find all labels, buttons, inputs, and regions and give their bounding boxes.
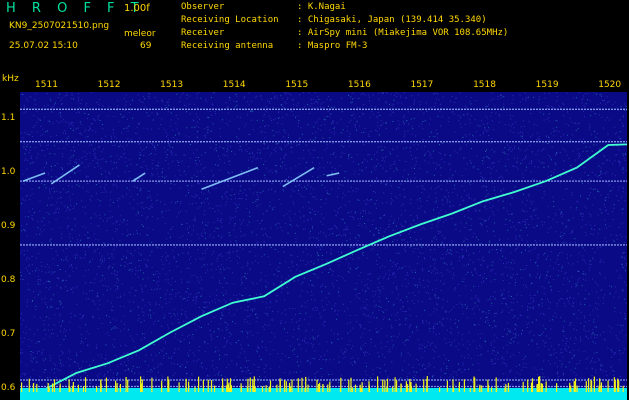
info-key: Observer [181, 2, 225, 12]
info-key: Receiving antenna [181, 41, 274, 51]
x-tick-label: 1520 [598, 80, 622, 90]
x-tick-label: 1512 [97, 80, 121, 90]
info-row-location: Receiving Location : Chigasaki, Japan (13… [181, 15, 487, 25]
y-tick-label: 0.7 [1, 329, 16, 340]
x-tick-label: 1516 [347, 80, 371, 90]
y-tick-label: 0.8 [1, 275, 16, 286]
info-key: Receiving Location [181, 15, 279, 25]
x-tick-label: 1517 [410, 80, 434, 90]
meteor-streak [132, 172, 146, 182]
datetime-label: 25.07.02 15:10 [9, 41, 78, 51]
info-key: Receiver [181, 28, 225, 38]
spectrogram-svg [20, 92, 627, 400]
meteor-streak [22, 172, 46, 182]
x-tick-label: 1518 [473, 80, 496, 90]
version-label: 1.00f [124, 3, 150, 14]
meteor-streak [201, 166, 259, 191]
filename-label: KN9_2507021510.png [9, 21, 110, 31]
y-axis-unit: kHz [2, 74, 19, 84]
info-value: : K.Nagai [297, 2, 346, 12]
y-tick-label: 1.1 [1, 113, 16, 124]
y-tick-label: 0.6 [1, 383, 16, 394]
info-value: : Maspro FM-3 [297, 41, 368, 51]
info-row-antenna: Receiving antenna : Maspro FM-3 [181, 41, 367, 51]
x-tick-label: 1519 [535, 80, 559, 90]
header-panel: H R O F F T 1.00f KN9_2507021510.png mel… [0, 0, 629, 74]
info-row-receiver: Receiver : AirSpy mini (Miakejima VOR 108… [181, 28, 508, 38]
y-tick-label: 0.9 [1, 221, 16, 232]
meteor-streak [282, 166, 315, 188]
y-tick-label: 1.0 [1, 167, 16, 178]
x-tick-label: 1511 [35, 80, 58, 90]
x-tick-label: 1514 [222, 80, 246, 90]
mode-tag: meleor [124, 29, 156, 39]
spectrogram-plot [20, 92, 627, 400]
info-row-observer: Observer : K.Nagai [181, 2, 346, 12]
noise-texture [20, 92, 627, 400]
x-tick-label: 1515 [285, 80, 309, 90]
count-label: 69 [140, 41, 152, 51]
info-value: : AirSpy mini (Miakejima VOR 108.65MHz) [297, 28, 509, 38]
x-tick-label: 1513 [160, 80, 184, 90]
info-value: : Chigasaki, Japan (139.414 35.340) [297, 15, 487, 25]
